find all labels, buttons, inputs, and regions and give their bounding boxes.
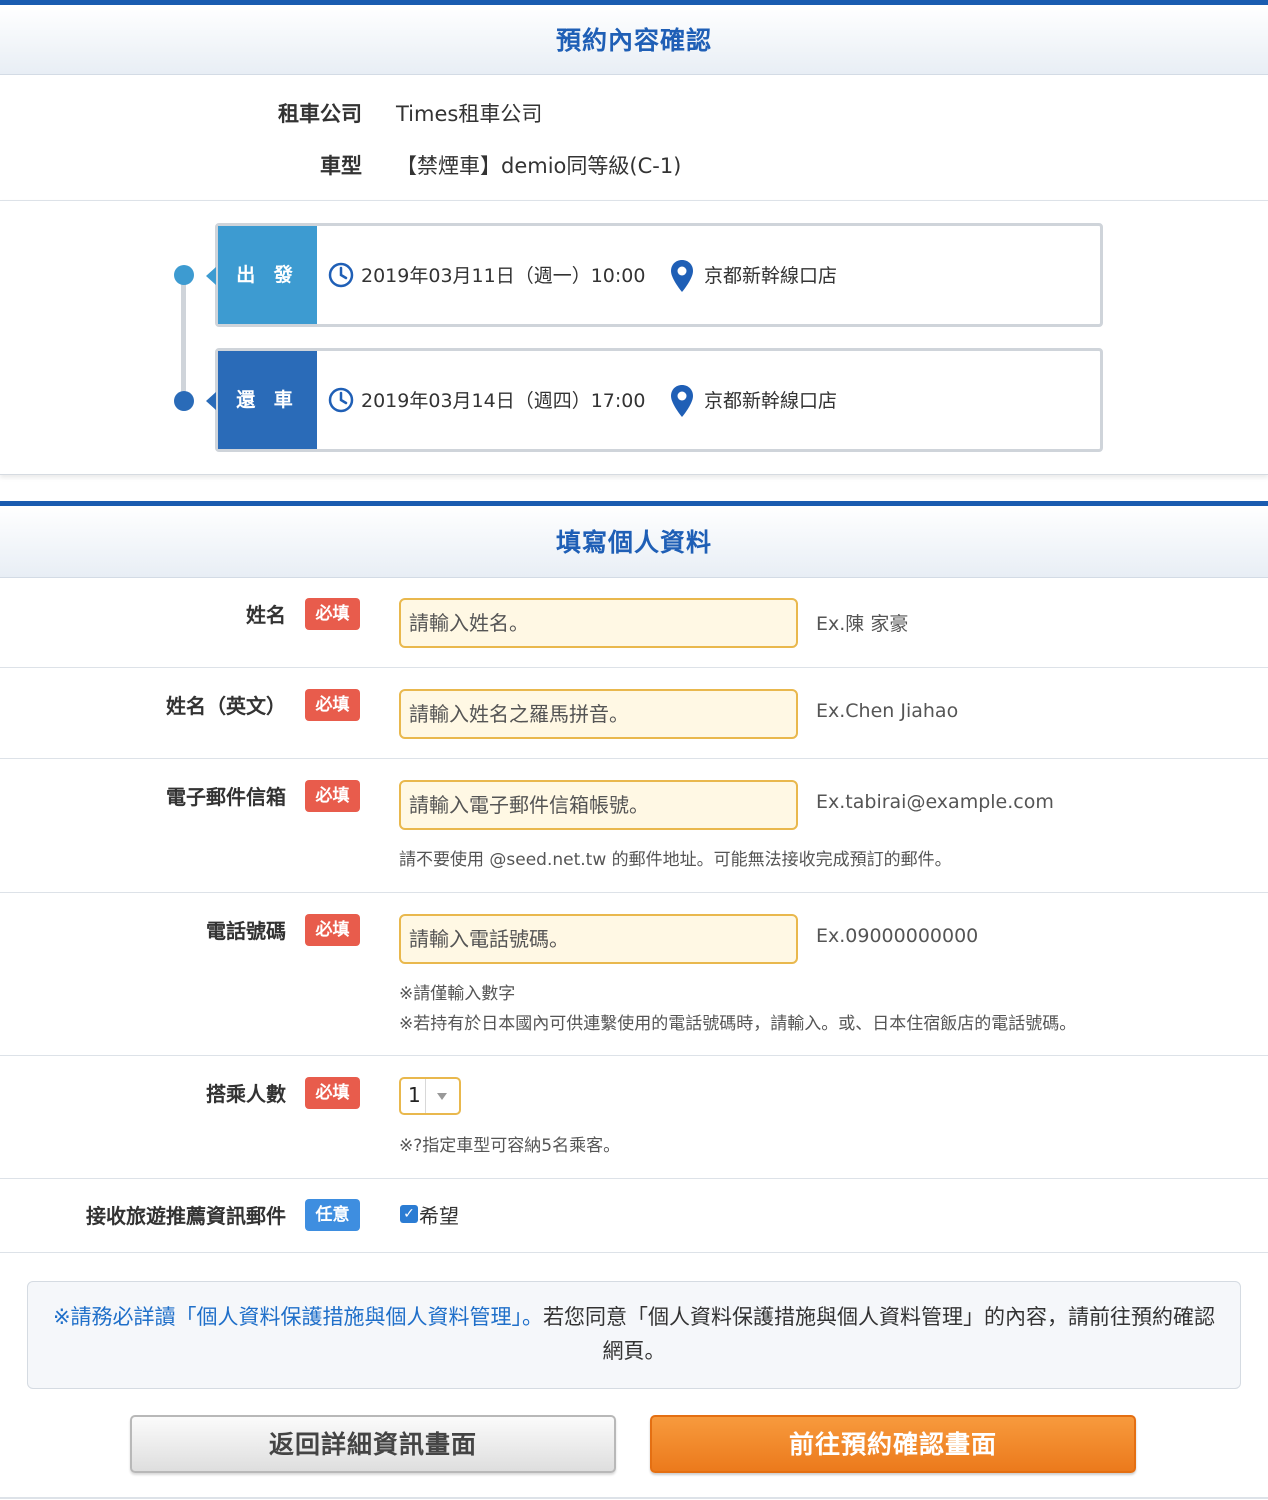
required-badge: 必填 <box>305 780 360 812</box>
name-en-example: Ex.Chen Jiahao <box>816 700 959 722</box>
return-tag: 還 車 <box>218 351 317 449</box>
name-label: 姓名 <box>246 603 286 627</box>
name-example: Ex.陳 家豪 <box>816 613 909 635</box>
name-en-input[interactable] <box>399 689 798 739</box>
divider <box>0 1055 1268 1056</box>
return-box: 還 車 2019年03月14日（週四）17:00 京都新幹線口店 <box>206 348 1103 452</box>
email-input[interactable] <box>399 780 798 830</box>
depart-location: 京都新幹線口店 <box>704 265 838 287</box>
depart-tag: 出 發 <box>218 226 317 324</box>
timeline-line <box>181 272 186 400</box>
privacy-policy-link[interactable]: ※請務必詳讀「個人資料保護措施與個人資料管理」。 <box>53 1305 543 1329</box>
phone-note-japan: ※若持有於日本國內可供連繫使用的電話號碼時，請輸入。或、日本住宿飯店的電話號碼。 <box>399 1014 1077 1034</box>
divider <box>0 758 1268 759</box>
required-badge: 必填 <box>305 689 360 721</box>
passengers-label: 搭乘人數 <box>206 1082 286 1106</box>
depart-datetime: 2019年03月11日（週一）10:00 <box>361 265 646 287</box>
divider <box>0 1497 1268 1499</box>
email-example: Ex.tabirai@example.com <box>816 791 1054 813</box>
car-value: 【禁煙車】demio同等級(C-1) <box>396 154 682 178</box>
privacy-notice: ※請務必詳讀「個人資料保護措施與個人資料管理」。若您同意「個人資料保護措施與個人… <box>27 1281 1241 1389</box>
required-badge: 必填 <box>305 914 360 946</box>
return-dot <box>174 391 194 411</box>
name-en-label: 姓名（英文） <box>166 694 286 718</box>
return-datetime: 2019年03月14日（週四）17:00 <box>361 390 646 412</box>
location-pin-icon <box>671 385 693 417</box>
phone-example: Ex.09000000000 <box>816 925 979 947</box>
next-button[interactable]: 前往預約確認畫面 <box>650 1415 1136 1473</box>
required-badge: 必填 <box>305 1077 360 1109</box>
location-pin-icon <box>671 260 693 292</box>
company-row: 租車公司 <box>162 98 362 128</box>
divider <box>0 892 1268 893</box>
email-label: 電子郵件信箱 <box>166 785 286 809</box>
confirm-section-title: 預約內容確認 <box>0 0 1268 75</box>
divider <box>0 667 1268 668</box>
optional-badge: 任意 <box>305 1199 360 1231</box>
newsletter-label: 接收旅遊推薦資訊郵件 <box>86 1204 286 1228</box>
passengers-select[interactable]: 1 <box>399 1077 461 1115</box>
required-badge: 必填 <box>305 598 360 630</box>
passengers-selected-value: 1 <box>408 1083 421 1107</box>
form-section-title: 填寫個人資料 <box>0 501 1268 578</box>
newsletter-checkbox-label[interactable]: 希望 <box>419 1200 459 1229</box>
car-row: 車型 <box>162 150 362 180</box>
email-note: 請不要使用 @seed.net.tw 的郵件地址。可能無法接收完成預訂的郵件。 <box>399 850 952 870</box>
phone-input[interactable] <box>399 914 798 964</box>
company-value: Times租車公司 <box>396 102 543 126</box>
phone-label: 電話號碼 <box>206 919 286 943</box>
passengers-note: ※?指定車型可容納5名乘客。 <box>399 1136 621 1156</box>
chevron-down-icon[interactable] <box>425 1079 459 1113</box>
return-location: 京都新幹線口店 <box>704 390 838 412</box>
return-arrow <box>206 392 216 410</box>
car-label: 車型 <box>320 154 362 178</box>
depart-dot <box>174 265 194 285</box>
privacy-notice-text: 若您同意「個人資料保護措施與個人資料管理」的內容，請前往預約確認網頁。 <box>543 1305 1216 1363</box>
clock-icon <box>328 262 354 288</box>
company-label: 租車公司 <box>278 102 362 126</box>
phone-note-digits: ※請僅輸入數字 <box>399 984 516 1004</box>
name-input[interactable] <box>399 598 798 648</box>
newsletter-checkbox[interactable]: ✓ <box>400 1205 418 1223</box>
back-button[interactable]: 返回詳細資訊畫面 <box>130 1415 616 1473</box>
depart-box: 出 發 2019年03月11日（週一）10:00 京都新幹線口店 <box>206 223 1103 327</box>
divider <box>0 1252 1268 1253</box>
divider <box>0 1178 1268 1179</box>
depart-arrow <box>206 267 216 285</box>
clock-icon <box>328 387 354 413</box>
